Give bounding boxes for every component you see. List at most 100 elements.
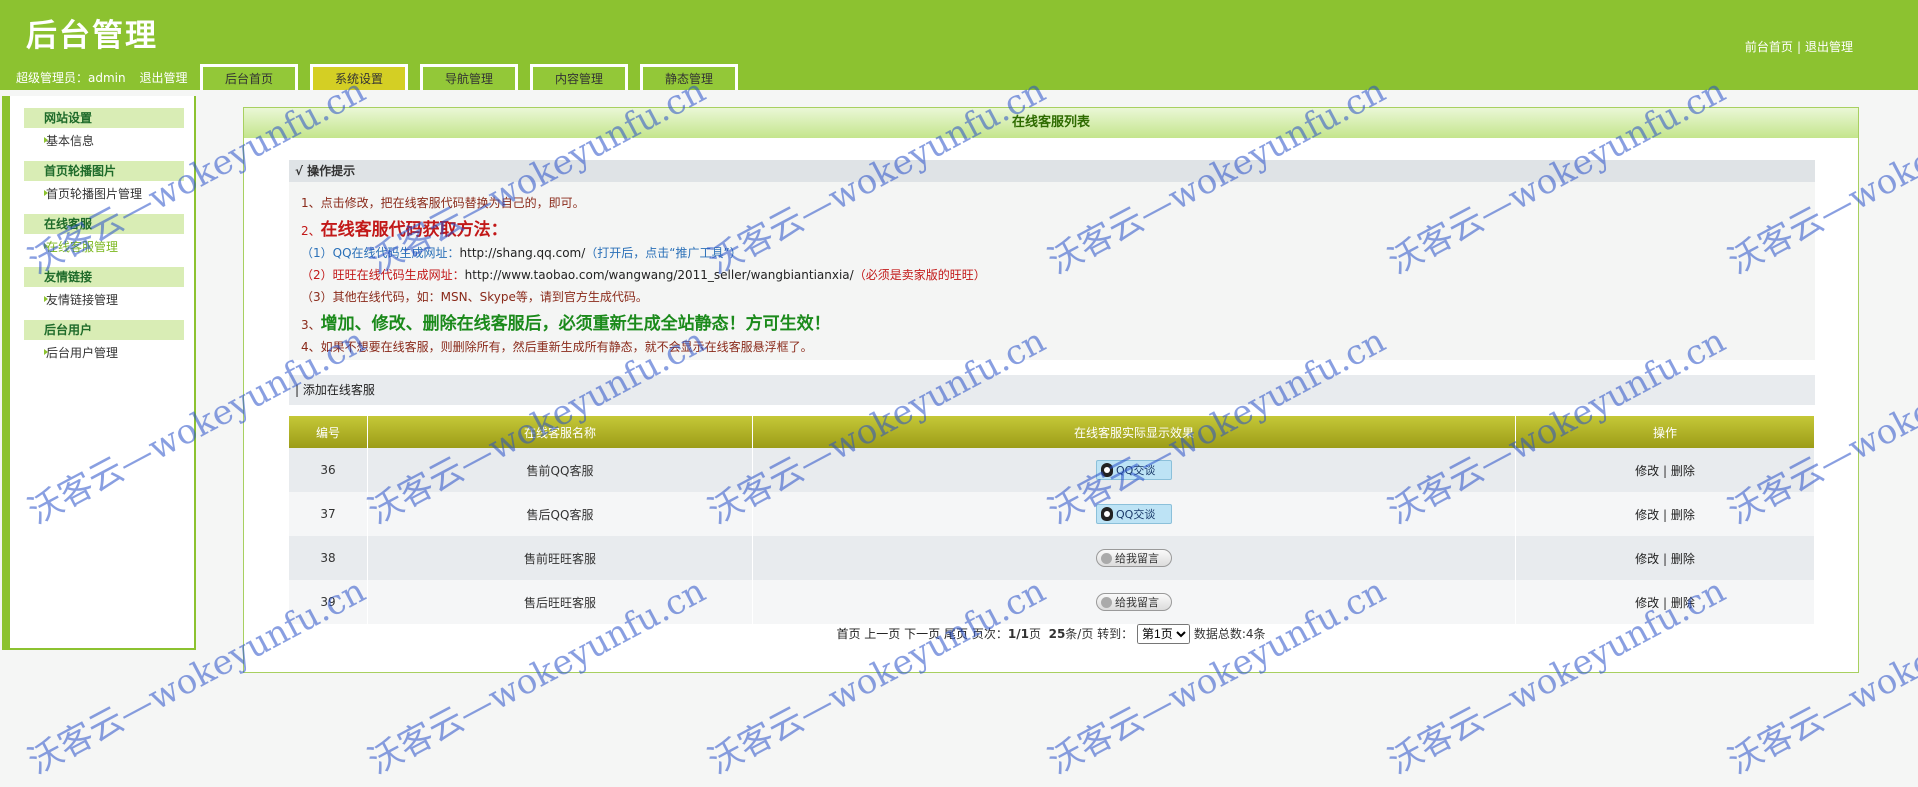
table-row: 38 售前旺旺客服 给我留言 修改 | 删除 xyxy=(289,536,1815,580)
sidebar-item-carousel[interactable]: 首页轮播图片管理 xyxy=(24,185,194,202)
exit-link[interactable]: 退出管理 xyxy=(1805,40,1853,54)
pager-per-page: 25 xyxy=(1048,627,1066,641)
col-actions: 操作 xyxy=(1515,416,1815,448)
wangwang-icon xyxy=(1101,597,1112,608)
edit-link[interactable]: 修改 xyxy=(1635,508,1659,522)
qq-chat-label: QQ交谈 xyxy=(1116,508,1156,521)
tip-6: 3、增加、修改、删除在线客服后，必须重新生成全站静态！方可生效！ xyxy=(301,309,831,334)
tab-system-settings[interactable]: 系统设置 xyxy=(310,64,408,90)
logo: 后台管理 xyxy=(26,18,158,54)
tip-2-num: 2、 xyxy=(301,224,321,238)
row-preview: 给我留言 xyxy=(752,536,1516,580)
top-header: 后台管理 超级管理员：admin 退出管理 前台首页 | 退出管理 后台首页 系统设… xyxy=(0,0,1918,90)
tip-4-post: （必须是卖家版的旺旺） xyxy=(853,268,986,282)
ops-sep: | xyxy=(1662,551,1668,566)
pager-goto-label: 转到： xyxy=(1097,627,1134,641)
nav-head-site: 网站设置 xyxy=(24,108,184,128)
pager-last[interactable]: 尾页 xyxy=(944,627,968,641)
tip-5: （3）其他在线代码，如：MSN、Skype等，请到官方生成代码。 xyxy=(301,290,648,304)
wangwang-icon xyxy=(1101,553,1112,564)
qq-penguin-icon xyxy=(1101,463,1113,477)
tip-7: 4、如果不想要在线客服，则删除所有，然后重新生成所有静态，就不会显示在线客服悬浮… xyxy=(301,340,813,354)
sidebar-item-basic-info[interactable]: 基本信息 xyxy=(24,132,194,149)
row-actions: 修改 | 删除 xyxy=(1515,492,1815,536)
delete-link[interactable]: 删除 xyxy=(1671,552,1695,566)
tips-box: √ 操作提示 1、点击修改，把在线客服代码替换为自己的，即可。 2、在线客服代码… xyxy=(289,160,1815,360)
tip-4-pre: （2）旺旺在线代码生成网址： xyxy=(301,268,465,282)
main-tabs: 后台首页 系统设置 导航管理 内容管理 静态管理 xyxy=(200,64,750,90)
sidebar-item-users[interactable]: 后台用户管理 xyxy=(24,344,194,361)
row-name: 售后QQ客服 xyxy=(367,492,753,536)
top-separator: | xyxy=(1796,40,1801,54)
tip-6-num: 3、 xyxy=(301,318,321,332)
add-service-link[interactable]: 添加在线客服 xyxy=(303,383,375,397)
tip-4: （2）旺旺在线代码生成网址：http://www.taobao.com/wang… xyxy=(301,266,986,283)
table-row: 39 售后旺旺客服 给我留言 修改 | 删除 xyxy=(289,580,1815,624)
nav-head-links: 友情链接 xyxy=(24,267,184,287)
row-preview: QQ交谈 xyxy=(752,448,1516,492)
tab-content[interactable]: 内容管理 xyxy=(530,64,628,90)
tab-static[interactable]: 静态管理 xyxy=(640,64,738,90)
table-row: 36 售前QQ客服 QQ交谈 修改 | 删除 xyxy=(289,448,1815,492)
nav-group-site: 网站设置 基本信息 xyxy=(24,108,194,149)
nav-head-users: 后台用户 xyxy=(24,320,184,340)
row-actions: 修改 | 删除 xyxy=(1515,536,1815,580)
tab-navigation[interactable]: 导航管理 xyxy=(420,64,518,90)
page-select[interactable]: 第1页 xyxy=(1137,624,1191,644)
main-panel: 在线客服列表 √ 操作提示 1、点击修改，把在线客服代码替换为自己的，即可。 2… xyxy=(243,107,1859,673)
col-preview: 在线客服实际显示效果 xyxy=(752,416,1516,448)
qq-code-link[interactable]: http://shang.qq.com/ xyxy=(460,246,586,260)
pager-prev[interactable]: 上一页 xyxy=(864,627,900,641)
top-links: 前台首页 | 退出管理 xyxy=(1745,38,1853,55)
delete-link[interactable]: 删除 xyxy=(1671,508,1695,522)
tip-3: （1）QQ在线代码生成网址：http://shang.qq.com/（打开后，点… xyxy=(301,244,742,261)
row-name: 售后旺旺客服 xyxy=(367,580,753,624)
tab-home[interactable]: 后台首页 xyxy=(200,64,298,90)
nav-group-carousel: 首页轮播图片 首页轮播图片管理 xyxy=(24,161,194,202)
row-id: 38 xyxy=(289,536,368,580)
col-id: 编号 xyxy=(289,416,368,448)
nav-head-carousel: 首页轮播图片 xyxy=(24,161,184,181)
row-actions: 修改 | 删除 xyxy=(1515,580,1815,624)
nav-head-service: 在线客服 xyxy=(24,214,184,234)
row-name: 售前QQ客服 xyxy=(367,448,753,492)
tip-2-text: 在线客服代码获取方法： xyxy=(320,220,508,240)
front-home-link[interactable]: 前台首页 xyxy=(1745,40,1793,54)
sidebar-item-links[interactable]: 友情链接管理 xyxy=(24,291,194,308)
row-id: 39 xyxy=(289,580,368,624)
ops-sep: | xyxy=(1662,463,1668,478)
logout-link[interactable]: 退出管理 xyxy=(139,71,187,85)
row-id: 37 xyxy=(289,492,368,536)
row-id: 36 xyxy=(289,448,368,492)
pager-total: 数据总数:4条 xyxy=(1193,627,1266,641)
pager-page-value: 1/1 xyxy=(1007,627,1029,641)
delete-link[interactable]: 删除 xyxy=(1671,596,1695,610)
pager-first[interactable]: 首页 xyxy=(836,627,860,641)
qq-chat-button[interactable]: QQ交谈 xyxy=(1096,460,1172,480)
delete-link[interactable]: 删除 xyxy=(1671,464,1695,478)
edit-link[interactable]: 修改 xyxy=(1635,552,1659,566)
add-bar: | 添加在线客服 xyxy=(289,375,1815,405)
pager: 首页 上一页 下一页 尾页 页次：1/1页 25条/页 转到： 第1页 数据总数… xyxy=(244,624,1858,644)
table-row: 37 售后QQ客服 QQ交谈 修改 | 删除 xyxy=(289,492,1815,536)
wangwang-message-button[interactable]: 给我留言 xyxy=(1096,593,1172,611)
pager-page-label: 页次： xyxy=(971,627,1008,641)
row-preview: QQ交谈 xyxy=(752,492,1516,536)
wangwang-message-button[interactable]: 给我留言 xyxy=(1096,549,1172,567)
sidebar-item-service[interactable]: 在线客服管理 xyxy=(24,238,194,255)
edit-link[interactable]: 修改 xyxy=(1635,464,1659,478)
edit-link[interactable]: 修改 xyxy=(1635,596,1659,610)
row-name: 售前旺旺客服 xyxy=(367,536,753,580)
admin-info: 超级管理员：admin 退出管理 xyxy=(16,69,187,86)
qq-chat-button[interactable]: QQ交谈 xyxy=(1096,504,1172,524)
sidebar-strip xyxy=(4,96,10,648)
qq-penguin-icon xyxy=(1101,507,1113,521)
pager-next[interactable]: 下一页 xyxy=(904,627,940,641)
ops-sep: | xyxy=(1662,595,1668,610)
row-actions: 修改 | 删除 xyxy=(1515,448,1815,492)
ww-code-link[interactable]: http://www.taobao.com/wangwang/2011_sell… xyxy=(465,268,854,282)
nav-group-service: 在线客服 在线客服管理 xyxy=(24,214,194,255)
tip-3-post: （打开后，点击“推广工具”） xyxy=(585,246,742,260)
tip-3-pre: （1）QQ在线代码生成网址： xyxy=(301,246,460,260)
col-name: 在线客服名称 xyxy=(367,416,753,448)
